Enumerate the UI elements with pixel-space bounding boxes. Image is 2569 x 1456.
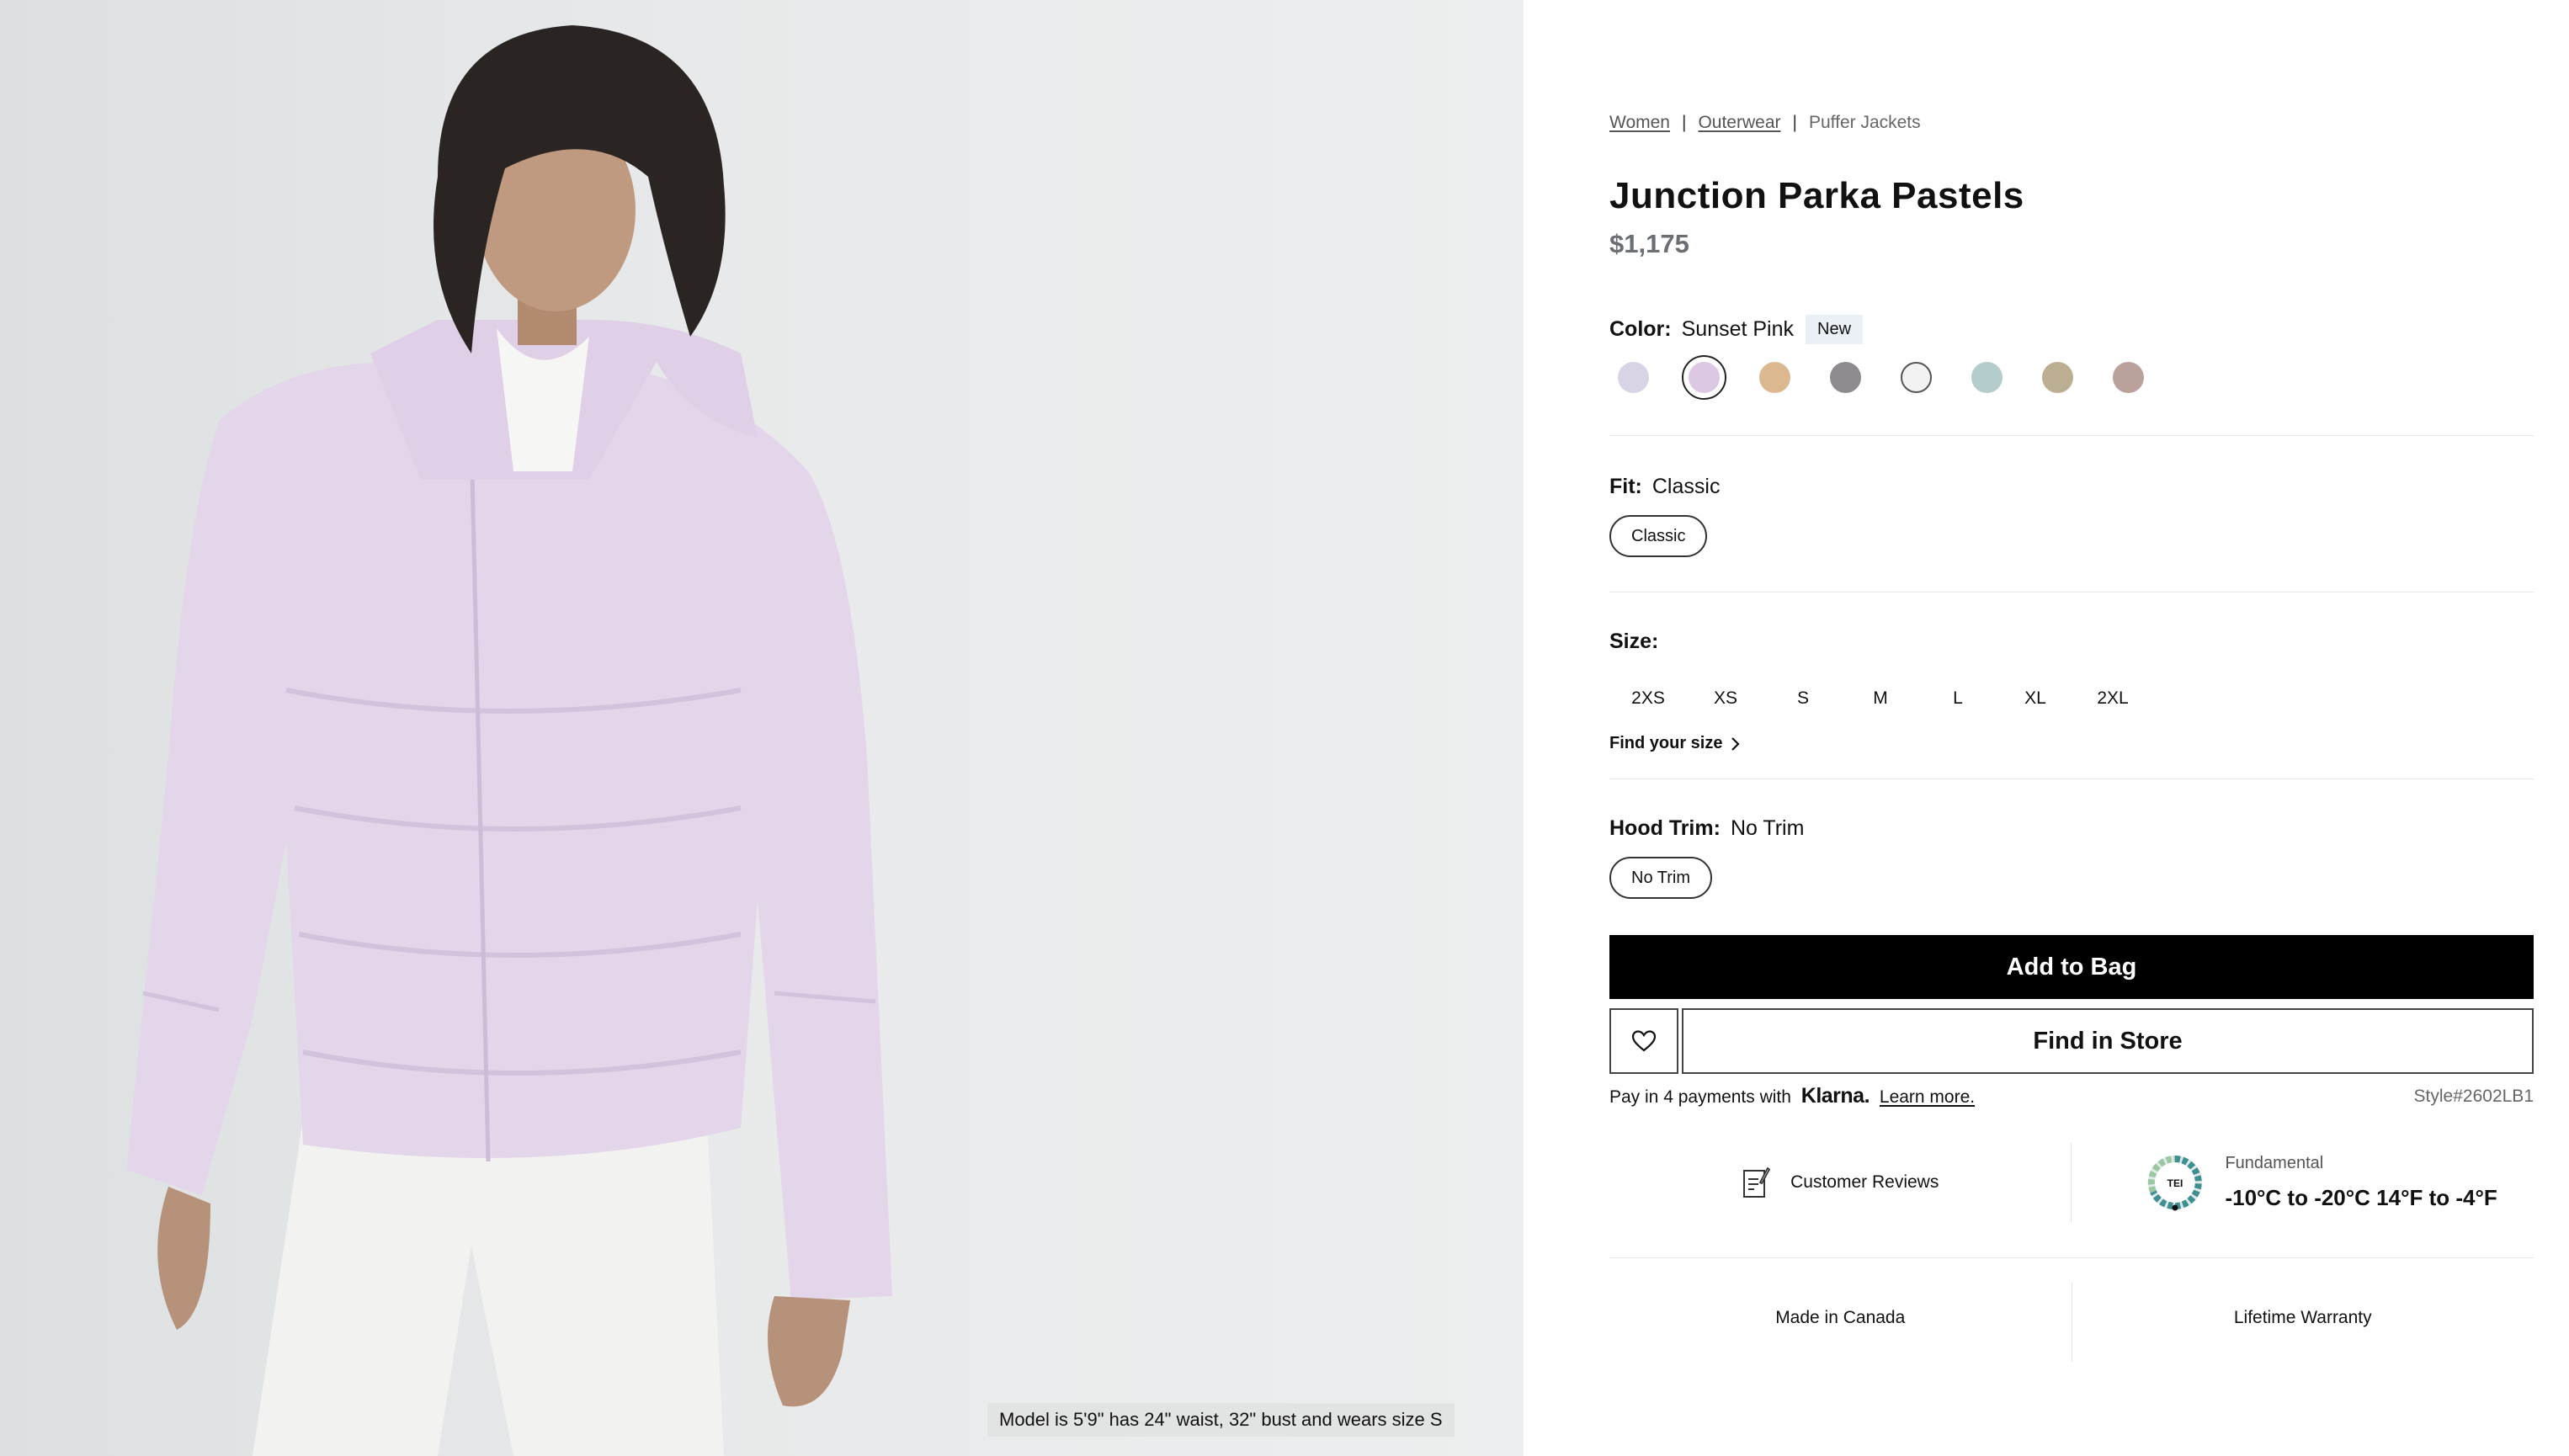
tei-temperature-range: -10°C to -20°C 14°F to -4°F: [2225, 1185, 2497, 1210]
size-option-xl[interactable]: XL: [1997, 683, 2074, 714]
color-swatch[interactable]: [1618, 362, 1649, 393]
size-option-s[interactable]: S: [1764, 683, 1842, 714]
made-in-canada[interactable]: Made in Canada: [1609, 1280, 2072, 1356]
product-image[interactable]: Model is 5'9" has 24" waist, 32" bust an…: [0, 0, 1524, 1456]
customer-reviews-label: Customer Reviews: [1790, 1172, 1939, 1192]
find-in-store-button[interactable]: Find in Store: [1682, 1008, 2534, 1074]
size-label: Size:: [1609, 630, 1659, 653]
divider: [1609, 778, 2534, 779]
heart-icon: [1631, 1030, 1657, 1052]
payment-row: Pay in 4 payments with Klarna. Learn mor…: [1609, 1084, 2534, 1108]
fit-options: Classic: [1609, 515, 2534, 557]
made-in-canada-label: Made in Canada: [1775, 1308, 1906, 1327]
color-swatch[interactable]: [2113, 362, 2144, 393]
klarna-learn-more-link[interactable]: Learn more.: [1880, 1087, 1975, 1107]
model-size-caption: Model is 5'9" has 24" waist, 32" bust an…: [987, 1403, 1455, 1437]
color-selected-value: Sunset Pink: [1681, 317, 1795, 341]
lifetime-warranty-label: Lifetime Warranty: [2233, 1308, 2372, 1327]
product-info-panel: Women | Outerwear | Puffer Jackets Junct…: [1524, 0, 2569, 1456]
color-swatch[interactable]: [1830, 362, 1861, 393]
klarna-message: Pay in 4 payments with Klarna. Learn mor…: [1609, 1084, 1975, 1108]
size-label-row: Size:: [1609, 630, 2534, 654]
color-swatch[interactable]: [1682, 355, 1726, 400]
product-price: $1,175: [1609, 229, 1689, 258]
color-swatches: [1609, 355, 2534, 400]
breadcrumb-current: Puffer Jackets: [1808, 113, 1921, 132]
tei-badge-text: TEI: [2167, 1177, 2183, 1189]
new-badge: New: [1806, 315, 1864, 344]
customer-reviews-link[interactable]: Customer Reviews: [1609, 1140, 2071, 1225]
color-label: Color:: [1609, 317, 1672, 341]
breadcrumb-separator: |: [1681, 113, 1687, 132]
size-option-m[interactable]: M: [1842, 683, 1919, 714]
hood-label: Hood Trim:: [1609, 816, 1721, 840]
find-your-size-link[interactable]: Find your size: [1609, 734, 2534, 753]
divider: [1609, 435, 2534, 436]
size-option-2xl[interactable]: 2XL: [2074, 683, 2151, 714]
chevron-right-icon: [1731, 736, 1741, 751]
tei-rating[interactable]: TEI Fundamental -10°C to -20°C 14°F to -…: [2072, 1140, 2534, 1225]
hood-selected-value: No Trim: [1730, 816, 1805, 840]
wishlist-button[interactable]: [1609, 1008, 1678, 1074]
tei-gauge-icon: TEI: [2148, 1155, 2203, 1211]
size-option-2xs[interactable]: 2XS: [1609, 683, 1687, 714]
size-option-xs[interactable]: XS: [1687, 683, 1764, 714]
breadcrumb-separator: |: [1792, 113, 1797, 132]
fit-label: Fit:: [1609, 475, 1642, 498]
divider: [1609, 1257, 2534, 1258]
review-icon: [1743, 1166, 1771, 1198]
color-swatch[interactable]: [2042, 362, 2073, 393]
product-title: Junction Parka Pastels: [1609, 175, 2024, 216]
hood-options: No Trim: [1609, 857, 2534, 899]
model-illustration: [126, 25, 892, 1456]
breadcrumb-outerwear[interactable]: Outerwear: [1698, 113, 1780, 133]
tei-text: Fundamental -10°C to -20°C 14°F to -4°F: [2225, 1154, 2497, 1211]
bottom-feature-row: Made in Canada Lifetime Warranty: [1609, 1280, 2534, 1362]
hood-option-no-trim[interactable]: No Trim: [1609, 857, 1712, 899]
color-swatch[interactable]: [1971, 362, 2003, 393]
breadcrumb: Women | Outerwear | Puffer Jackets: [1609, 113, 2534, 133]
color-swatch[interactable]: [1901, 362, 1932, 393]
style-number: Style#2602LB1: [2413, 1086, 2534, 1106]
color-label-row: Color: Sunset Pink New: [1609, 315, 2534, 344]
breadcrumb-women[interactable]: Women: [1609, 113, 1670, 133]
find-your-size-label: Find your size: [1609, 734, 1723, 752]
lifetime-warranty[interactable]: Lifetime Warranty: [2072, 1280, 2534, 1356]
fit-label-row: Fit: Classic: [1609, 475, 2534, 499]
fit-selected-value: Classic: [1652, 475, 1721, 498]
tei-label: Fundamental: [2225, 1154, 2324, 1172]
hood-label-row: Hood Trim: No Trim: [1609, 816, 2534, 841]
klarna-logo: Klarna.: [1800, 1084, 1870, 1108]
fit-option-classic[interactable]: Classic: [1609, 515, 1708, 557]
feature-row: Customer Reviews TEI Fundamental -10°C t…: [1609, 1140, 2534, 1225]
color-swatch[interactable]: [1759, 362, 1790, 393]
klarna-prefix: Pay in 4 payments with: [1609, 1087, 1791, 1107]
add-to-bag-button[interactable]: Add to Bag: [1609, 935, 2534, 999]
size-options: 2XS XS S M L XL 2XL: [1609, 683, 2534, 714]
size-option-l[interactable]: L: [1919, 683, 1997, 714]
